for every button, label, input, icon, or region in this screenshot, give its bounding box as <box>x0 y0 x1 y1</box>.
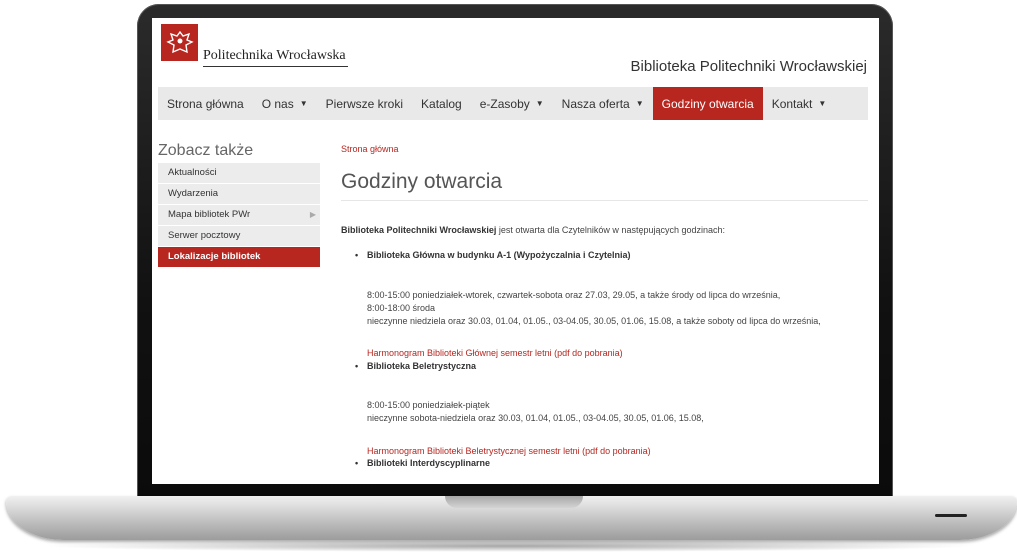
section-hours: 8:00-15:00 poniedziałek-wtorek, czwartek… <box>341 289 879 328</box>
page-title: Godziny otwarcia <box>341 170 503 193</box>
chevron-down-icon: ▼ <box>818 99 827 108</box>
intro-rest: jest otwarta dla Czytelników w następują… <box>496 225 726 235</box>
sidebar-item-library-map[interactable]: Mapa bibliotek PWr ▶ <box>158 205 320 226</box>
nav-label: O nas <box>261 96 294 111</box>
laptop-slot <box>935 514 967 517</box>
laptop-screen: Politechnika Wrocławska Biblioteka Polit… <box>152 18 879 484</box>
hours-line: nieczynne niedziela oraz 30.03, 01.04, 0… <box>367 316 821 326</box>
section-hours: 8:00-15:00 poniedziałek-piątek nieczynne… <box>341 399 879 425</box>
nav-label: Godziny otwarcia <box>661 96 754 111</box>
nav-label: Katalog <box>421 96 462 111</box>
main-nav: Strona główna O nas ▼ Pierwsze kroki Kata… <box>158 87 868 120</box>
nav-item-contact[interactable]: Kontakt ▼ <box>763 87 836 120</box>
sidebar-title: Zobacz także <box>158 142 254 159</box>
chevron-down-icon: ▼ <box>635 99 644 108</box>
hours-line: nieczynne sobota-niedziela oraz 30.03, 0… <box>367 413 704 423</box>
intro-text: Biblioteka Politechniki Wrocławskiej jes… <box>341 224 871 237</box>
laptop-notch <box>445 496 583 508</box>
nav-item-opening-hours[interactable]: Godziny otwarcia <box>652 87 763 120</box>
laptop-shadow <box>40 540 980 552</box>
nav-item-home[interactable]: Strona główna <box>158 87 253 120</box>
title-divider <box>341 200 868 201</box>
nav-label: Nasza oferta <box>561 96 630 111</box>
section-heading: Biblioteki Interdyscyplinarne <box>341 457 490 470</box>
chevron-right-icon: ▶ <box>309 210 316 219</box>
section-heading: Biblioteka Główna w budynku A-1 (Wypożyc… <box>341 249 631 262</box>
chevron-down-icon: ▼ <box>299 99 308 108</box>
university-name[interactable]: Politechnika Wrocławska <box>203 48 348 67</box>
nav-item-about[interactable]: O nas ▼ <box>253 87 317 120</box>
eagle-crest-icon <box>165 30 194 53</box>
nav-label: e-Zasoby <box>479 96 530 111</box>
nav-label: Pierwsze kroki <box>325 96 404 111</box>
hours-line: 8:00-15:00 poniedziałek-piątek <box>367 400 490 410</box>
hours-line: 8:00-18:00 środa <box>367 303 436 313</box>
nav-item-first-steps[interactable]: Pierwsze kroki <box>317 87 412 120</box>
sidebar-item-events[interactable]: Wydarzenia <box>158 184 320 205</box>
sidebar-menu: Aktualności Wydarzenia Mapa bibliotek PW… <box>158 163 320 268</box>
hours-line: 8:00-15:00 poniedziałek-wtorek, czwartek… <box>367 290 781 300</box>
breadcrumb[interactable]: Strona główna <box>341 144 399 154</box>
sidebar-item-news[interactable]: Aktualności <box>158 163 320 184</box>
schedule-link-main[interactable]: Harmonogram Biblioteki Głównej semestr l… <box>341 347 623 360</box>
university-logo[interactable] <box>161 24 198 61</box>
sidebar-item-label: Mapa bibliotek PWr <box>168 209 251 220</box>
nav-item-offer[interactable]: Nasza oferta ▼ <box>553 87 653 120</box>
sidebar-item-mail-server[interactable]: Serwer pocztowy <box>158 226 320 247</box>
library-title[interactable]: Biblioteka Politechniki Wrocławskiej <box>631 58 867 75</box>
intro-bold: Biblioteka Politechniki Wrocławskiej <box>341 225 497 235</box>
nav-item-catalog[interactable]: Katalog <box>412 87 471 120</box>
nav-label: Kontakt <box>771 96 813 111</box>
chevron-down-icon: ▼ <box>535 99 544 108</box>
sidebar-item-library-locations[interactable]: Lokalizacje bibliotek <box>158 247 320 268</box>
content-body: Biblioteka Politechniki Wrocławskiej jes… <box>341 224 871 470</box>
section-heading: Biblioteka Beletrystyczna <box>341 360 476 373</box>
nav-item-e-resources[interactable]: e-Zasoby ▼ <box>471 87 553 120</box>
nav-label: Strona główna <box>167 96 244 111</box>
